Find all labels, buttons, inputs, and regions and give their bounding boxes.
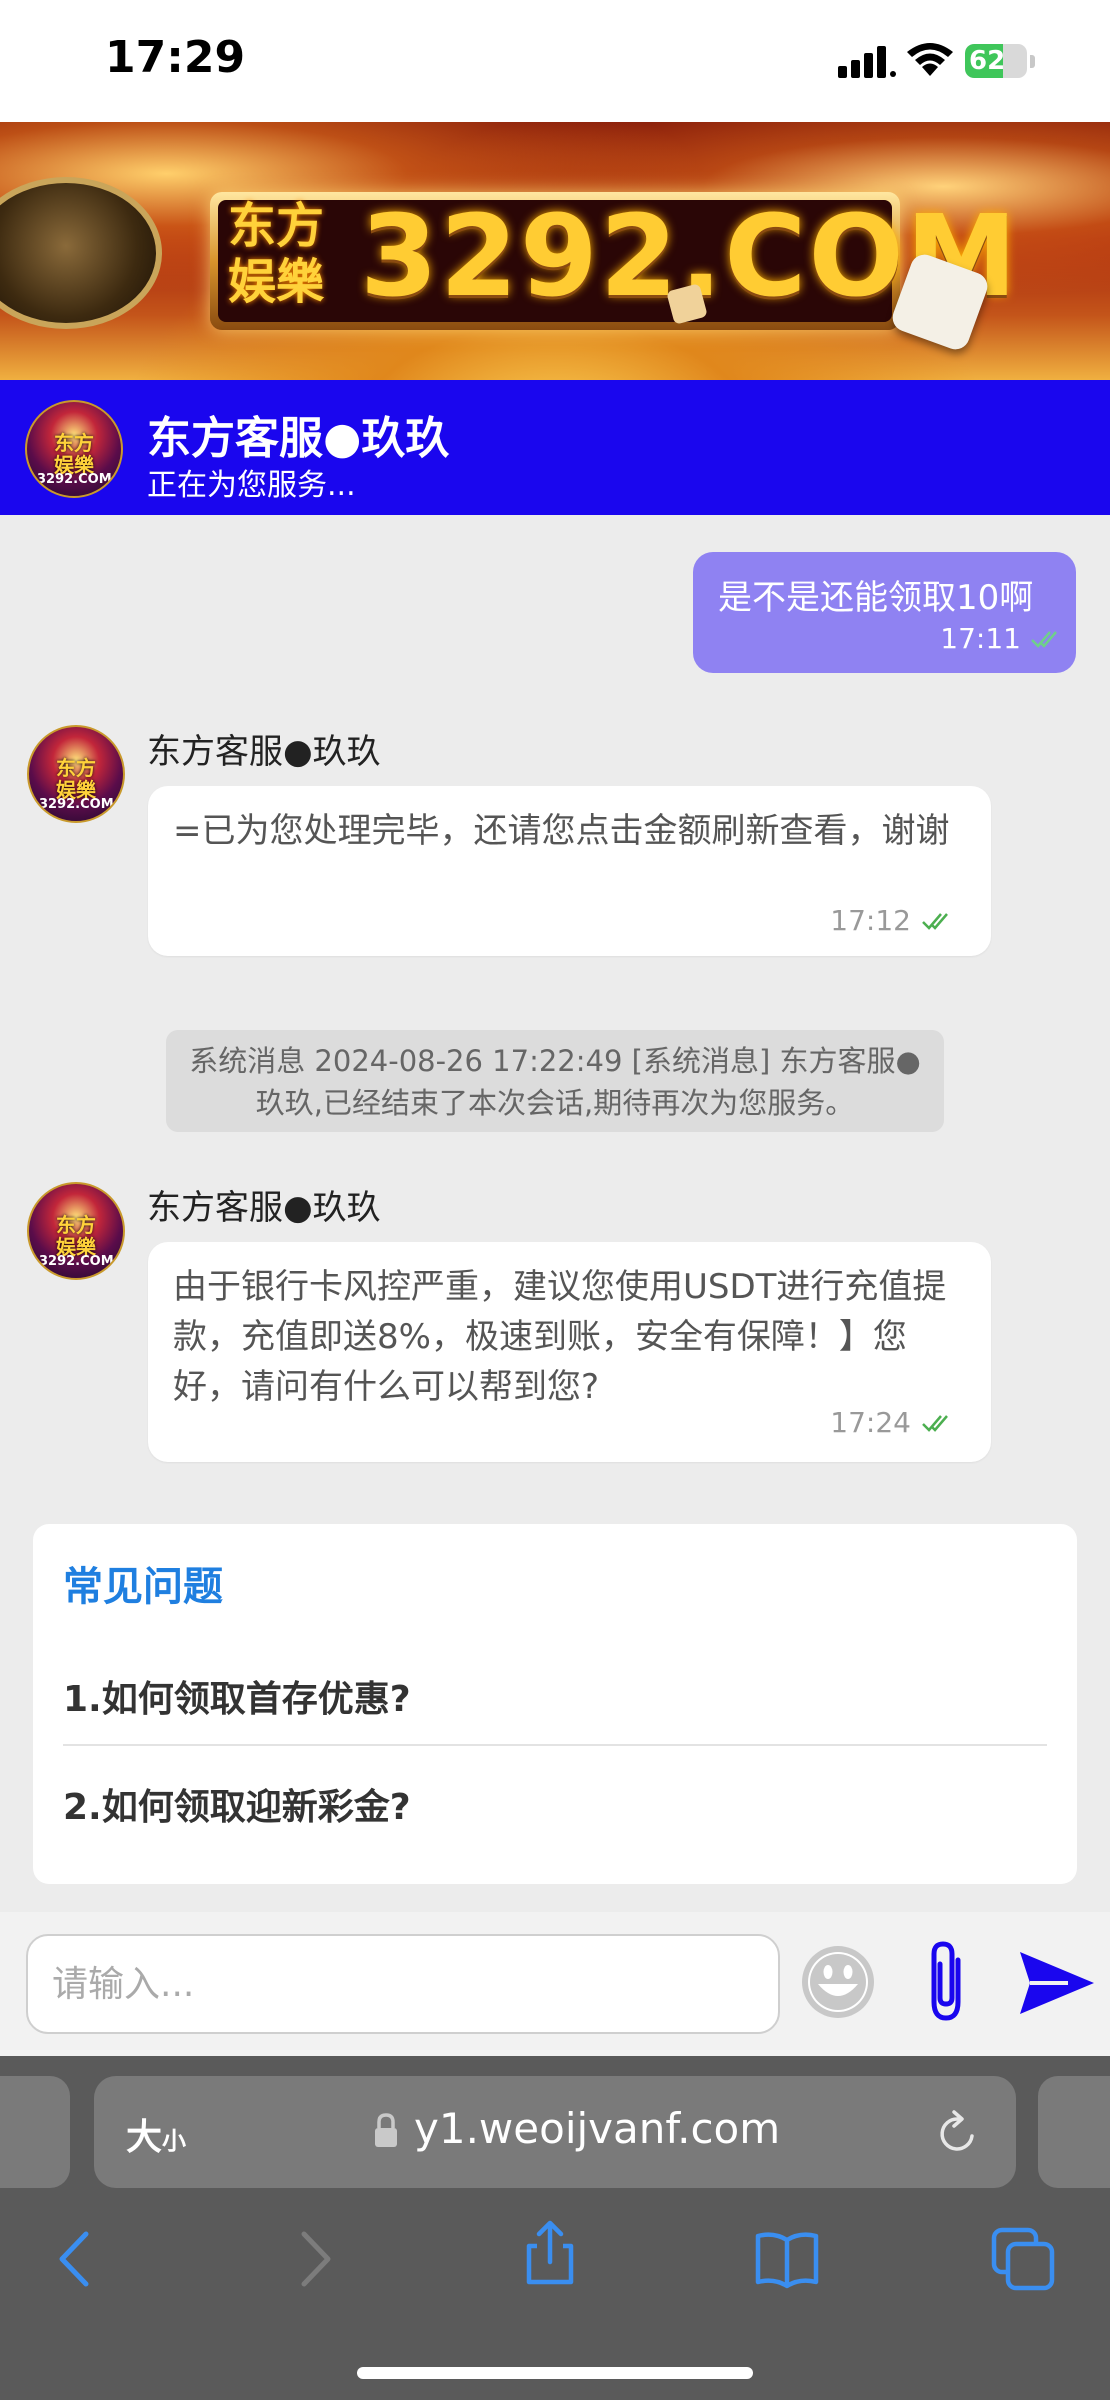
system-message-text: 系统消息 2024-08-26 17:22:49 [系统消息] 东方客服●玖玖,… [189,1044,921,1120]
text-size-small-label: 小 [162,2127,187,2155]
text-size-button[interactable]: 大小 [126,2108,186,2160]
signal-icon [838,46,896,78]
status-time: 17:29 [105,32,246,83]
browser-toolbar: 大小 y1.weoijvanf.com [0,2056,1110,2400]
read-check-icon [922,1415,948,1432]
avatar-logo-text: 东方 娱樂 [56,1213,96,1259]
agent-avatar[interactable]: 东方 娱樂 3292.COM [27,725,125,823]
home-indicator[interactable] [357,2367,753,2379]
incoming-message[interactable]: 由于银行卡风控严重，建议您使用USDT进行充值提款，充值即送8%，极速到账，安全… [148,1242,991,1462]
url-text[interactable]: y1.weoijvanf.com [414,2104,780,2153]
previous-tab-preview[interactable] [0,2076,70,2188]
wifi-icon [907,43,953,76]
faq-card: 常见问题 1.如何领取首存优惠? 2.如何领取迎新彩金? [33,1524,1077,1884]
agent-name: 东方客服●玖玖 [147,413,450,464]
read-check-icon [922,913,948,930]
agent-status: 正在为您服务... [147,468,356,503]
agent-avatar[interactable]: 东方 娱樂 3292.COM [27,1182,125,1280]
sender-name: 东方客服●玖玖 [147,1188,381,1228]
avatar-logo-subtext: 3292.COM [39,1254,114,1269]
battery-percentage: 62 [969,46,1006,76]
message-input[interactable] [26,1934,780,2034]
forward-icon[interactable] [280,2224,350,2294]
message-time: 17:24 [830,1406,911,1439]
faq-item[interactable]: 2.如何领取迎新彩金? [63,1778,411,1830]
message-time: 17:12 [830,904,911,937]
divider [63,1744,1047,1746]
emoji-icon[interactable] [798,1942,878,2022]
casino-chip-graphic [0,177,162,329]
agent-avatar[interactable]: 东方 娱樂 3292.COM [25,400,123,498]
battery-icon: 62 [965,44,1037,80]
banner-brand-text: 东方 娱樂 [228,198,325,310]
tabs-icon[interactable] [988,2224,1058,2294]
share-icon[interactable] [515,2218,585,2288]
sender-name: 东方客服●玖玖 [147,732,381,772]
lock-icon [375,2113,397,2147]
message-text: 由于银行卡风控严重，建议您使用USDT进行充值提款，充值即送8%，极速到账，安全… [173,1267,947,1407]
faq-title: 常见问题 [63,1564,223,1610]
bookmarks-icon[interactable] [752,2224,822,2294]
message-text: =已为您处理完毕，还请您点击金额刷新查看，谢谢 [173,811,950,851]
faq-item[interactable]: 1.如何领取首存优惠? [63,1670,411,1722]
back-icon[interactable] [40,2224,110,2294]
message-time: 17:11 [940,622,1021,655]
browser-nav-row [0,2220,1110,2314]
paperclip-icon[interactable] [920,1940,976,2026]
avatar-logo-subtext: 3292.COM [37,472,112,487]
next-tab-preview[interactable] [1038,2076,1110,2188]
chat-header: 东方 娱樂 3292.COM 东方客服●玖玖 正在为您服务... [0,380,1110,515]
read-check-icon [1031,631,1057,648]
composer-bar [0,1912,1110,2056]
text-size-label: 大 [126,2117,163,2158]
address-bar[interactable]: 大小 y1.weoijvanf.com [94,2076,1016,2188]
promo-banner: 东方 娱樂 3292.COM [0,122,1110,380]
send-icon[interactable] [1018,1950,1096,2016]
outgoing-message[interactable]: 是不是还能领取10啊 17:11 [693,552,1076,673]
reload-icon[interactable] [936,2110,980,2156]
avatar-logo-text: 东方 娱樂 [54,431,94,477]
banner-logo: 东方 娱樂 3292.COM [210,192,1017,330]
incoming-message[interactable]: =已为您处理完毕，还请您点击金额刷新查看，谢谢 17:12 [148,786,991,956]
avatar-logo-text: 东方 娱樂 [56,756,96,802]
message-text: 是不是还能领取10啊 [718,578,1034,618]
system-message: 系统消息 2024-08-26 17:22:49 [系统消息] 东方客服●玖玖,… [166,1030,944,1132]
avatar-logo-subtext: 3292.COM [39,797,114,812]
status-bar: 17:29 62 [0,0,1110,122]
